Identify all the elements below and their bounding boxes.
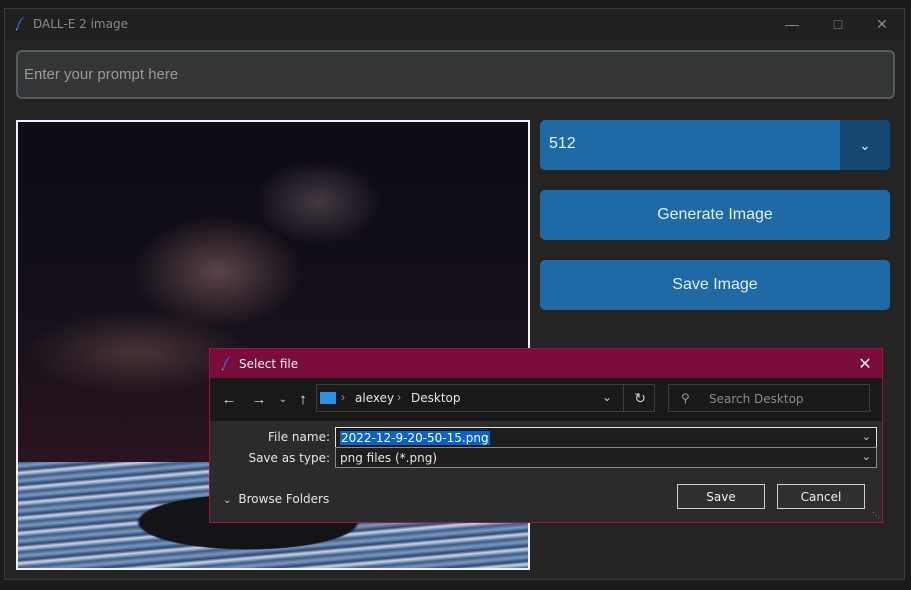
search-desktop-input[interactable]: ⚲ Search Desktop [668, 384, 870, 412]
search-placeholder: Search Desktop [709, 392, 804, 406]
quill-icon [221, 356, 231, 371]
address-bar[interactable]: › alexey › Desktop ⌄ ↻ [316, 384, 655, 412]
save-as-type-value: png files (*.png) [340, 451, 438, 465]
file-name-value: 2022-12-9-20-50-15.png [340, 431, 490, 445]
dialog-title-bar: Select file ✕ [210, 349, 882, 378]
minimize-button[interactable]: — [769, 9, 815, 39]
breadcrumb-separator-icon: › [341, 390, 345, 404]
window-title: DALL-E 2 image [33, 17, 128, 31]
search-icon: ⚲ [681, 391, 690, 405]
recent-locations-chevron-icon[interactable]: ⌄ [274, 390, 292, 408]
desktop-location-icon [320, 392, 336, 404]
chevron-down-icon[interactable]: ⌄ [862, 430, 871, 443]
cancel-button[interactable]: Cancel [777, 484, 865, 509]
file-name-field[interactable]: 2022-12-9-20-50-15.png ⌄ [335, 427, 877, 448]
back-arrow-icon[interactable]: ← [220, 390, 238, 408]
breadcrumb-alexey[interactable]: alexey [355, 391, 394, 405]
title-bar: DALL-E 2 image — □ ✕ [5, 9, 904, 39]
save-as-type-select[interactable]: png files (*.png) ⌄ [335, 447, 877, 468]
dialog-title: Select file [239, 357, 299, 371]
save-image-button[interactable]: Save Image [540, 260, 890, 310]
size-dropdown-value: 512 [549, 135, 576, 152]
quill-icon [15, 16, 25, 31]
chevron-down-icon[interactable]: ⌄ [862, 450, 871, 463]
address-dropdown-icon[interactable]: ⌄ [602, 390, 612, 404]
chevron-down-icon: ⌄ [223, 495, 232, 506]
chevron-down-icon[interactable]: ⌄ [840, 120, 890, 170]
save-as-type-label: Save as type: [248, 451, 330, 465]
file-name-label: File name: [268, 430, 330, 444]
up-arrow-icon[interactable]: ↑ [294, 390, 312, 408]
breadcrumb-desktop[interactable]: Desktop [411, 391, 461, 405]
forward-arrow-icon[interactable]: → [250, 390, 268, 408]
save-file-dialog: Select file ✕ ← → ⌄ ↑ › alexey › Desktop… [209, 348, 883, 523]
size-dropdown[interactable]: 512 ⌄ [540, 120, 890, 170]
save-button[interactable]: Save [677, 484, 765, 509]
prompt-input[interactable] [16, 50, 895, 99]
browse-folders-label: Browse Folders [238, 492, 330, 506]
refresh-icon[interactable]: ↻ [634, 390, 646, 407]
browse-folders-toggle[interactable]: ⌄ Browse Folders [223, 492, 329, 506]
generate-image-button[interactable]: Generate Image [540, 190, 890, 240]
resize-grip-icon[interactable]: ⋱ [872, 512, 880, 520]
dialog-navigation-bar: ← → ⌄ ↑ › alexey › Desktop ⌄ ↻ ⚲ Search … [210, 378, 882, 421]
close-button[interactable]: ✕ [859, 9, 905, 39]
maximize-button[interactable]: □ [815, 9, 861, 39]
address-divider [623, 385, 624, 411]
dialog-close-button[interactable]: ✕ [848, 349, 882, 378]
breadcrumb-separator-icon: › [397, 390, 401, 404]
